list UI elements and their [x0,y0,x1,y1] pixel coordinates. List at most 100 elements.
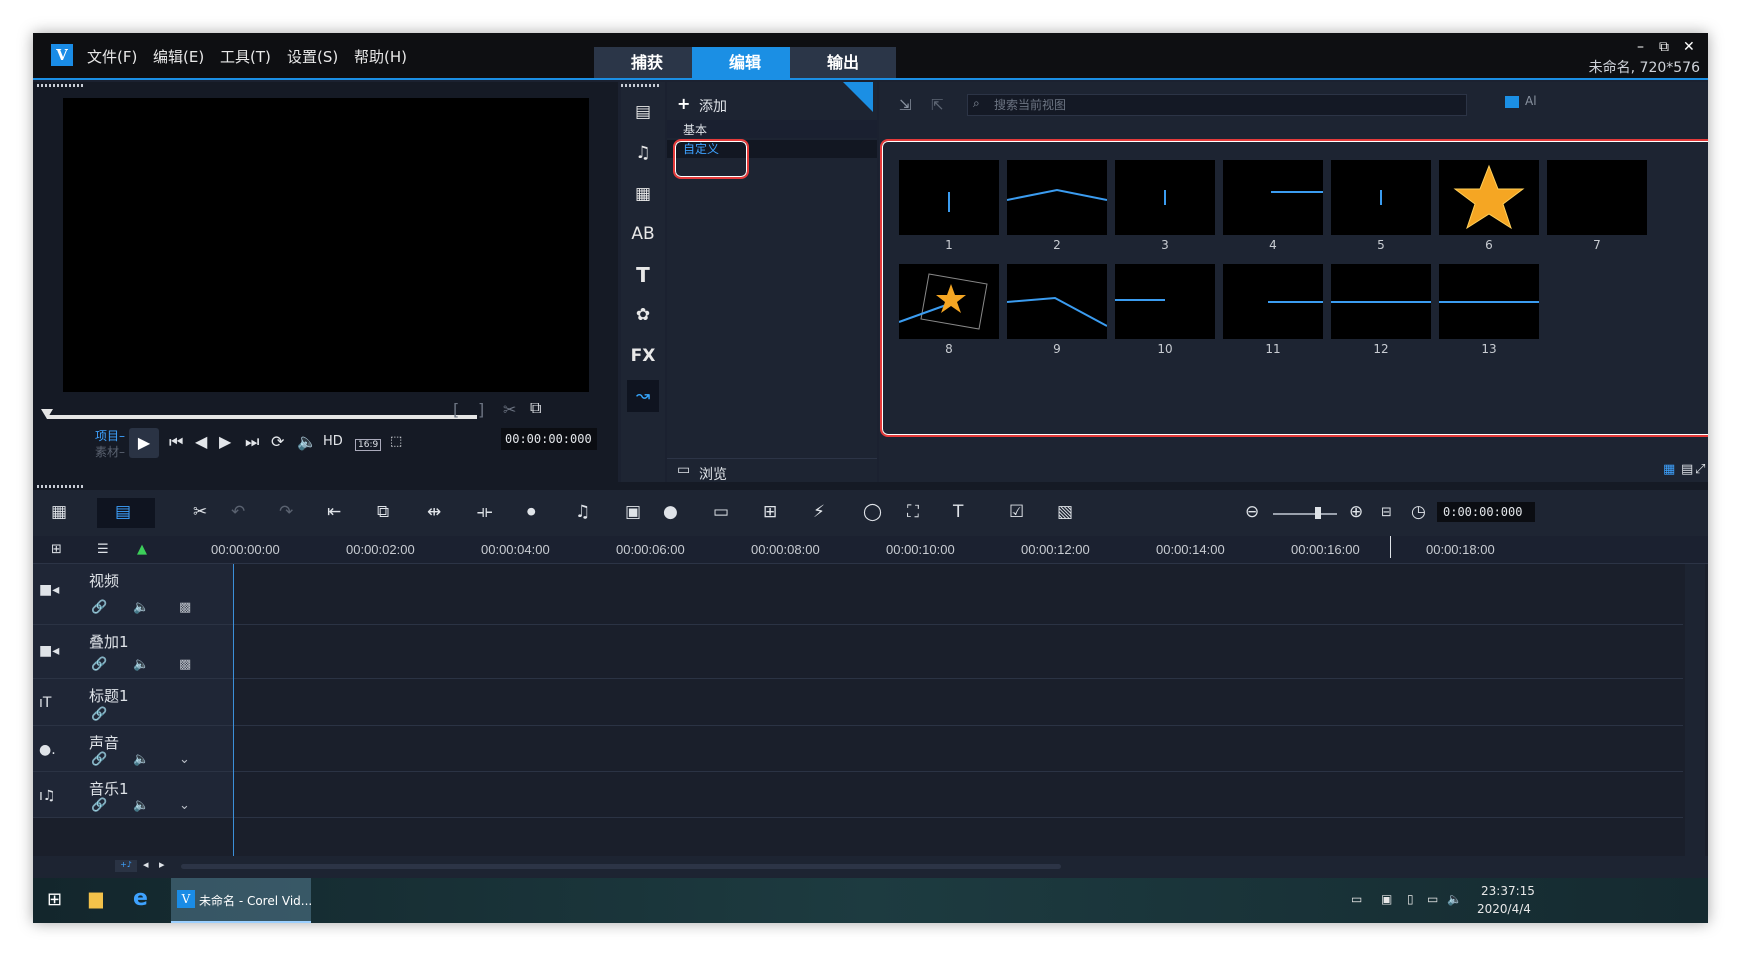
pan-zoom-icon[interactable]: ⛶ [907,502,919,522]
clock-date[interactable]: 2020/4/4 [1477,902,1531,916]
tools-icon[interactable]: ✂ [193,502,207,522]
timeline-ruler[interactable]: ⊞ ☰ ▲ 00:00:00:00 00:00:02:00 00:00:04:0… [33,536,1708,564]
trim-icon[interactable]: ⇹ [427,502,441,522]
category-basic[interactable]: 基本 [683,121,707,138]
mask-icon[interactable]: ◯ [863,502,882,522]
mute-icon[interactable]: 🔈 [133,752,149,767]
menu-help[interactable]: 帮助(H) [354,46,407,67]
zoom-handle[interactable] [1315,507,1321,519]
templates-icon[interactable]: ▧ [1057,502,1073,522]
scroll-left-icon[interactable]: ◂ [143,858,149,871]
next-frame-icon[interactable]: ▶ [219,432,231,451]
ripple-edit-icon[interactable]: ⧉ [377,502,389,522]
taskbar-app-button[interactable]: V 未命名 - Corel Vid... [171,878,312,923]
scroll-right-icon[interactable]: ▸ [159,858,165,871]
menu-settings[interactable]: 设置(S) [287,46,338,67]
minimize-button[interactable]: – [1637,39,1644,55]
track-toggle-icon[interactable]: +♪ [115,860,137,872]
view-all-label[interactable]: Al [1525,94,1537,108]
track-voice[interactable]: ●. 声音 🔗 🔈 ⌄ [33,726,1683,772]
split-icon[interactable]: ✂ [503,400,516,419]
start-icon[interactable]: ⊞ [47,889,62,910]
chapter-marker-icon[interactable]: ▲ [137,542,147,557]
zoom-in-icon[interactable]: ⊕ [1349,502,1363,522]
track-title[interactable]: ıT 标题1 🔗 [33,679,1683,726]
list-view-icon[interactable]: ▤ [1681,462,1693,477]
fit-timeline-icon[interactable]: ⊟ [1381,505,1392,520]
zoom-slider[interactable] [1273,513,1337,515]
panel-splitter[interactable] [33,482,1708,490]
tray-volume-icon[interactable]: 🔈 [1447,892,1462,906]
graphics-icon[interactable]: ✿ [627,299,659,331]
clock-time[interactable]: 23:37:15 [1481,884,1535,898]
chevron-down-icon[interactable]: ⌄ [179,798,190,813]
motion-tracking-icon[interactable]: ⚡ [813,502,825,522]
close-button[interactable]: ✕ [1683,39,1695,55]
vertical-scrollbar[interactable] [1685,564,1705,856]
slip-icon[interactable]: ⟛ [477,502,492,522]
mark-in-icon[interactable]: [ [453,400,459,419]
tray-memory-icon[interactable]: ▣ [1381,892,1392,906]
panel-grip[interactable] [37,485,83,488]
export-icon[interactable]: ⇱ [931,96,944,114]
ripple-icon[interactable]: ▩ [179,600,191,615]
track-video[interactable]: ■◂ 视频 🔗 🔈 ▩ [33,564,1683,625]
tab-capture[interactable]: 捕获 [594,47,700,79]
tab-edit[interactable]: 编辑 [692,47,798,79]
thumb-view-icon[interactable]: ▦ [1663,462,1675,477]
record-icon[interactable]: ⏺ [527,502,536,522]
link-icon[interactable]: 🔗 [91,707,107,722]
folder-icon[interactable]: ▆ [89,888,103,909]
fit-project-icon[interactable]: ⇤ [327,502,341,522]
go-end-icon[interactable]: ⏭ [245,432,259,452]
fx-icon[interactable]: FX [627,340,659,372]
add-button[interactable]: 添加 [699,96,727,116]
volume-icon[interactable]: 🔈 [297,432,317,451]
tray-keyboard-icon[interactable]: ▭ [1351,892,1362,906]
link-icon[interactable]: 🔗 [91,600,107,615]
mute-icon[interactable]: 🔈 [133,798,149,813]
timeline-timecode[interactable]: 0:00:00:000 [1437,502,1535,522]
play-button[interactable]: ▶ [129,428,159,458]
browse-icon[interactable]: ▭ [677,462,690,478]
mute-icon[interactable]: 🔈 [133,600,149,615]
instant-project-icon[interactable]: ♫ [627,137,659,169]
hd-toggle[interactable]: HD [323,434,343,449]
search-input[interactable]: 搜索当前视图 [967,94,1467,116]
repeat-icon[interactable]: ⟳ [271,432,284,451]
playhead[interactable] [233,564,234,856]
panel-grip[interactable] [621,84,661,87]
enlarge-icon[interactable]: ⧉ [530,398,541,418]
go-start-icon[interactable]: ⏮ [169,432,183,452]
crop-icon[interactable]: ⬚ [390,434,402,449]
link-icon[interactable]: 🔗 [91,752,107,767]
add-track-icon[interactable]: ☰ [97,542,109,557]
title-ab-icon[interactable]: AB [627,218,659,250]
media-icon[interactable]: ▤ [627,96,659,128]
undo-icon[interactable]: ↶ [231,502,245,522]
prev-frame-icon[interactable]: ◀ [195,432,207,451]
panel-grip[interactable] [37,84,83,87]
text-icon[interactable]: T [627,259,659,291]
ie-icon[interactable]: e [133,886,148,911]
track-overlay[interactable]: ■◂ 叠加1 🔗 🔈 ▩ [33,625,1683,679]
tray-network-icon[interactable]: ▭ [1427,892,1438,906]
options-icon[interactable]: ⤢ [1695,462,1705,477]
color-icon[interactable]: ● [663,502,678,522]
pin-icon[interactable] [843,82,873,112]
menu-file[interactable]: 文件(F) [87,46,137,67]
checklist-icon[interactable]: ☑ [1009,502,1024,522]
title-3d-icon[interactable]: T [953,502,963,522]
link-icon[interactable]: 🔗 [91,657,107,672]
restore-button[interactable]: ⧉ [1659,39,1669,55]
chevron-down-icon[interactable]: ⌄ [179,752,190,767]
sound-mixer-icon[interactable]: ♫ [575,502,590,522]
aspect-ratio-toggle[interactable]: 16:9 [355,439,382,451]
menu-edit[interactable]: 编辑(E) [153,46,204,67]
path-icon[interactable]: ↝ [627,380,659,412]
tab-output[interactable]: 输出 [790,47,896,79]
scrubber-bar[interactable] [47,415,477,419]
menu-tools[interactable]: 工具(T) [220,46,271,67]
browse-button[interactable]: 浏览 [699,464,727,484]
tray-usb-icon[interactable]: ▯ [1407,892,1414,906]
